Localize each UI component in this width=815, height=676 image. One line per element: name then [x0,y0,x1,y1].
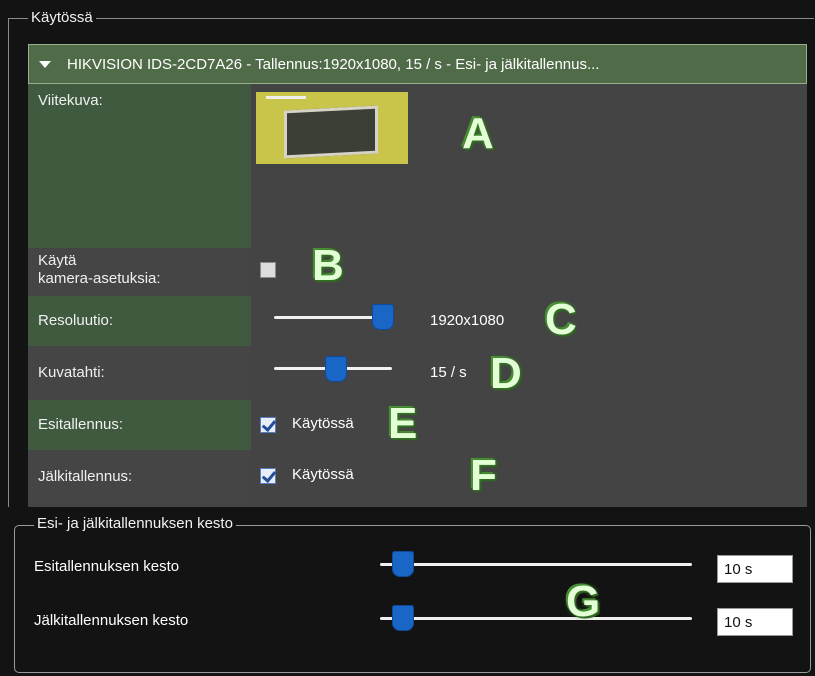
post-duration-input[interactable]: 10 s [717,608,793,636]
resolution-label: Resoluutio: [28,296,251,346]
use-camera-settings-label-line2: kamera-asetuksia: [38,270,161,287]
annotation-b: B [312,241,344,290]
pre-duration-slider-thumb[interactable] [392,551,414,577]
framerate-label: Kuvatahti: [28,348,251,398]
annotation-f: F [470,451,497,500]
post-duration-slider-track[interactable] [380,617,692,620]
pre-duration-slider-track[interactable] [380,563,692,566]
resolution-value: 1920x1080 [430,312,505,329]
prerecord-checkbox[interactable] [260,417,276,433]
resolution-slider-track[interactable] [274,316,382,319]
postrecord-label: Jälkitallennus: [28,452,251,502]
annotation-a: A [462,109,494,158]
duration-group-legend: Esi- ja jälkitallennuksen kesto [34,515,236,533]
duration-group-frame [14,525,811,673]
use-camera-settings-label: Käytä kamera-asetuksia: [28,248,251,294]
camera-settings-panel: Käytössä HIKVISION IDS-2CD7A26 - Tallenn… [0,0,815,508]
pre-duration-input[interactable]: 10 s [717,555,793,583]
framerate-value: 15 / s [430,364,467,381]
framerate-slider-thumb[interactable] [325,356,347,382]
pre-duration-label: Esitallennuksen kesto [34,558,180,575]
annotation-c: C [545,295,577,344]
reference-thumbnail [256,92,408,164]
postrecord-checkbox[interactable] [260,468,276,484]
prerecord-checkbox-label[interactable]: Käytössä [292,415,354,432]
thumbnail-screen [284,105,378,159]
thumbnail-glare [266,96,306,99]
camera-header-bar[interactable]: HIKVISION IDS-2CD7A26 - Tallennus:1920x1… [28,44,807,84]
camera-header-text: HIKVISION IDS-2CD7A26 - Tallennus:1920x1… [67,55,600,73]
enabled-group-legend: Käytössä [28,9,96,27]
resolution-slider-thumb[interactable] [372,304,394,330]
use-camera-settings-label-line1: Käytä [38,252,77,269]
post-duration-slider-thumb[interactable] [392,605,414,631]
annotation-g: G [566,577,601,626]
reference-image-label: Viitekuva: [28,84,251,248]
annotation-d: D [490,349,522,398]
postrecord-checkbox-label[interactable]: Käytössä [292,466,354,483]
use-camera-settings-checkbox[interactable] [260,262,276,278]
chevron-down-icon[interactable] [39,60,51,68]
post-duration-label: Jälkitallennuksen kesto [34,612,189,629]
prerecord-label: Esitallennus: [28,400,251,450]
annotation-e: E [388,399,418,448]
